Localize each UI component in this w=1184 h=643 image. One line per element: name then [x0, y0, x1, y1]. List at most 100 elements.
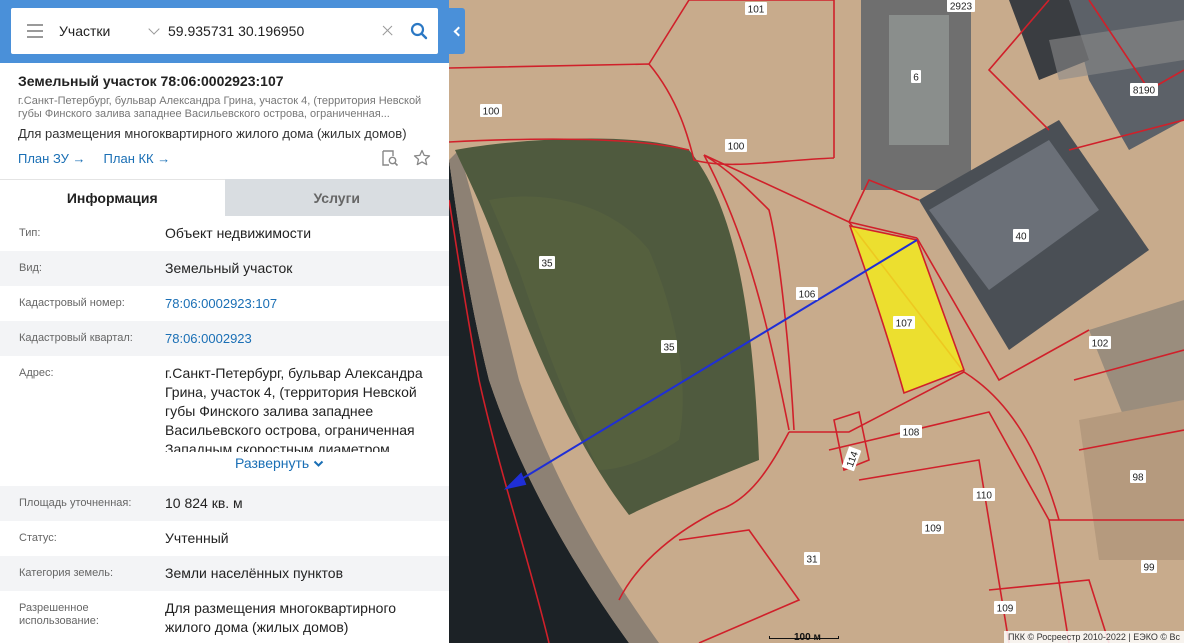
- parcel-title: Земельный участок 78:06:0002923:107: [18, 73, 284, 89]
- info-value-address: г.Санкт-Петербург, бульвар Александра Гр…: [147, 356, 449, 486]
- svg-text:107: 107: [896, 319, 913, 330]
- info-label: Категория земель:: [19, 567, 114, 579]
- info-label: Вид:: [19, 262, 42, 274]
- plot-number-label: 35: [661, 340, 677, 354]
- svg-text:35: 35: [663, 343, 675, 354]
- info-row-type: Тип: Объект недвижимости: [0, 216, 449, 251]
- info-label: Площадь уточненная:: [19, 497, 132, 509]
- plot-number-label: 2923: [947, 0, 975, 13]
- info-row-address: Адрес: г.Санкт-Петербург, бульвар Алекса…: [0, 356, 449, 486]
- address-text: г.Санкт-Петербург, бульвар Александра Гр…: [165, 365, 423, 452]
- svg-text:108: 108: [903, 428, 920, 439]
- svg-text:6: 6: [913, 73, 919, 84]
- plot-number-label: 110: [973, 488, 995, 502]
- plot-number-label: 108: [900, 425, 922, 439]
- layer-select[interactable]: Участки: [59, 23, 164, 39]
- parcel-address-short: г.Санкт-Петербург, бульвар Александра Гр…: [18, 95, 422, 120]
- document-search-icon[interactable]: [381, 149, 399, 167]
- plot-number-label: 107: [893, 316, 915, 330]
- tab-bar: Информация Услуги: [0, 179, 449, 216]
- map-view[interactable]: 101 2923 6 8190 100 100 40 35 106 107 102 35 108 114 1…: [449, 0, 1184, 643]
- svg-text:98: 98: [1132, 473, 1144, 484]
- info-row-status: Статус: Учтенный: [0, 521, 449, 556]
- plot-number-label: 35: [539, 256, 555, 270]
- info-row-cadnum: Кадастровый номер: 78:06:0002923:107: [0, 286, 449, 321]
- svg-text:109: 109: [997, 604, 1014, 615]
- svg-text:100: 100: [483, 107, 500, 118]
- plot-number-label: 100: [725, 139, 747, 153]
- plot-number-label: 6: [911, 70, 921, 84]
- info-label: Адрес:: [19, 367, 54, 379]
- info-value: Учтенный: [165, 530, 229, 546]
- svg-text:102: 102: [1092, 339, 1109, 350]
- expand-button[interactable]: Развернуть: [235, 452, 325, 473]
- plot-number-label: 40: [1013, 229, 1029, 243]
- parcel-header: Земельный участок 78:06:0002923:107 г.Са…: [0, 63, 449, 167]
- info-value: Для размещения многоквартирного жилого д…: [165, 600, 397, 635]
- collapse-panel-button[interactable]: [449, 8, 465, 54]
- info-value: Земли населённых пунктов: [165, 565, 344, 581]
- plan-kk-link[interactable]: План КК →: [104, 151, 171, 166]
- svg-text:110: 110: [976, 491, 992, 502]
- svg-text:8190: 8190: [1133, 86, 1156, 97]
- svg-text:106: 106: [799, 290, 816, 301]
- svg-text:40: 40: [1015, 232, 1027, 243]
- plot-number-label: 101: [745, 2, 767, 16]
- plot-number-label: 102: [1089, 336, 1111, 350]
- search-input[interactable]: [164, 16, 376, 46]
- plot-number-label: 100: [480, 104, 502, 118]
- map-attribution[interactable]: ПКК © Росреестр 2010-2022 | ЕЭКО © Вс: [1004, 631, 1184, 643]
- search-bar: Участки: [0, 0, 449, 63]
- tab-services[interactable]: Услуги: [224, 179, 449, 216]
- info-label: Кадастровый номер:: [19, 297, 125, 309]
- plot-number-label: 8190: [1130, 83, 1158, 97]
- star-icon[interactable]: [413, 149, 431, 167]
- expand-label: Развернуть: [235, 455, 310, 471]
- svg-text:35: 35: [541, 259, 553, 270]
- parcel-usage: Для размещения многоквартирного жилого д…: [18, 126, 407, 141]
- svg-text:2923: 2923: [950, 2, 973, 13]
- plot-number-label: 31: [804, 552, 820, 566]
- chevron-down-icon: [313, 460, 324, 467]
- svg-text:99: 99: [1143, 563, 1155, 574]
- plot-number-label: 98: [1130, 470, 1146, 484]
- parcel-links: План ЗУ → План КК →: [18, 149, 431, 167]
- plan-zu-link[interactable]: План ЗУ →: [18, 151, 86, 166]
- plot-number-label: 99: [1141, 560, 1157, 574]
- info-label: Статус:: [19, 532, 57, 544]
- info-value: Объект недвижимости: [165, 225, 312, 241]
- plot-number-label: 109: [922, 521, 944, 535]
- info-value: Земельный участок: [165, 260, 293, 276]
- map-canvas[interactable]: 101 2923681901001004035106107102351081141…: [449, 0, 1184, 643]
- hamburger-menu-icon[interactable]: [11, 8, 59, 54]
- info-value: 10 824 кв. м: [165, 495, 243, 511]
- search-box: Участки: [11, 8, 438, 54]
- info-row-area: Площадь уточненная: 10 824 кв. м: [0, 486, 449, 521]
- info-row-category: Категория земель: Земли населённых пункт…: [0, 556, 449, 591]
- search-button[interactable]: [400, 16, 438, 46]
- svg-text:101: 101: [748, 5, 765, 16]
- side-panel: Участки Земельный участок 78:06:0002923:…: [0, 0, 449, 643]
- info-label: Тип:: [19, 227, 41, 239]
- plot-number-label: 106: [796, 287, 818, 301]
- layer-select-label: Участки: [59, 23, 111, 39]
- info-label: Кадастровый квартал:: [19, 332, 133, 344]
- info-row-permitted: Разрешенное использование: Для размещени…: [0, 591, 449, 643]
- search-icon: [410, 22, 428, 40]
- info-row-kind: Вид: Земельный участок: [0, 251, 449, 286]
- header-actions: [381, 149, 431, 167]
- info-label: Разрешенное использование:: [19, 602, 99, 627]
- cadastral-number-link[interactable]: 78:06:0002923:107: [147, 286, 449, 321]
- tab-info[interactable]: Информация: [0, 179, 225, 216]
- svg-text:109: 109: [925, 524, 942, 535]
- svg-text:100: 100: [728, 142, 745, 153]
- info-table: Тип: Объект недвижимости Вид: Земельный …: [0, 216, 449, 643]
- plot-number-label: 109: [994, 601, 1016, 615]
- clear-icon[interactable]: [376, 16, 400, 46]
- chevron-down-icon: [148, 23, 160, 35]
- scale-label: 100 м: [794, 632, 821, 643]
- svg-text:31: 31: [806, 555, 818, 566]
- info-row-quarter: Кадастровый квартал: 78:06:0002923: [0, 321, 449, 356]
- cadastral-quarter-link[interactable]: 78:06:0002923: [147, 321, 449, 356]
- app-root: 101 2923 6 8190 100 100 40 35 106 107 102 35 108 114 1…: [0, 0, 1184, 643]
